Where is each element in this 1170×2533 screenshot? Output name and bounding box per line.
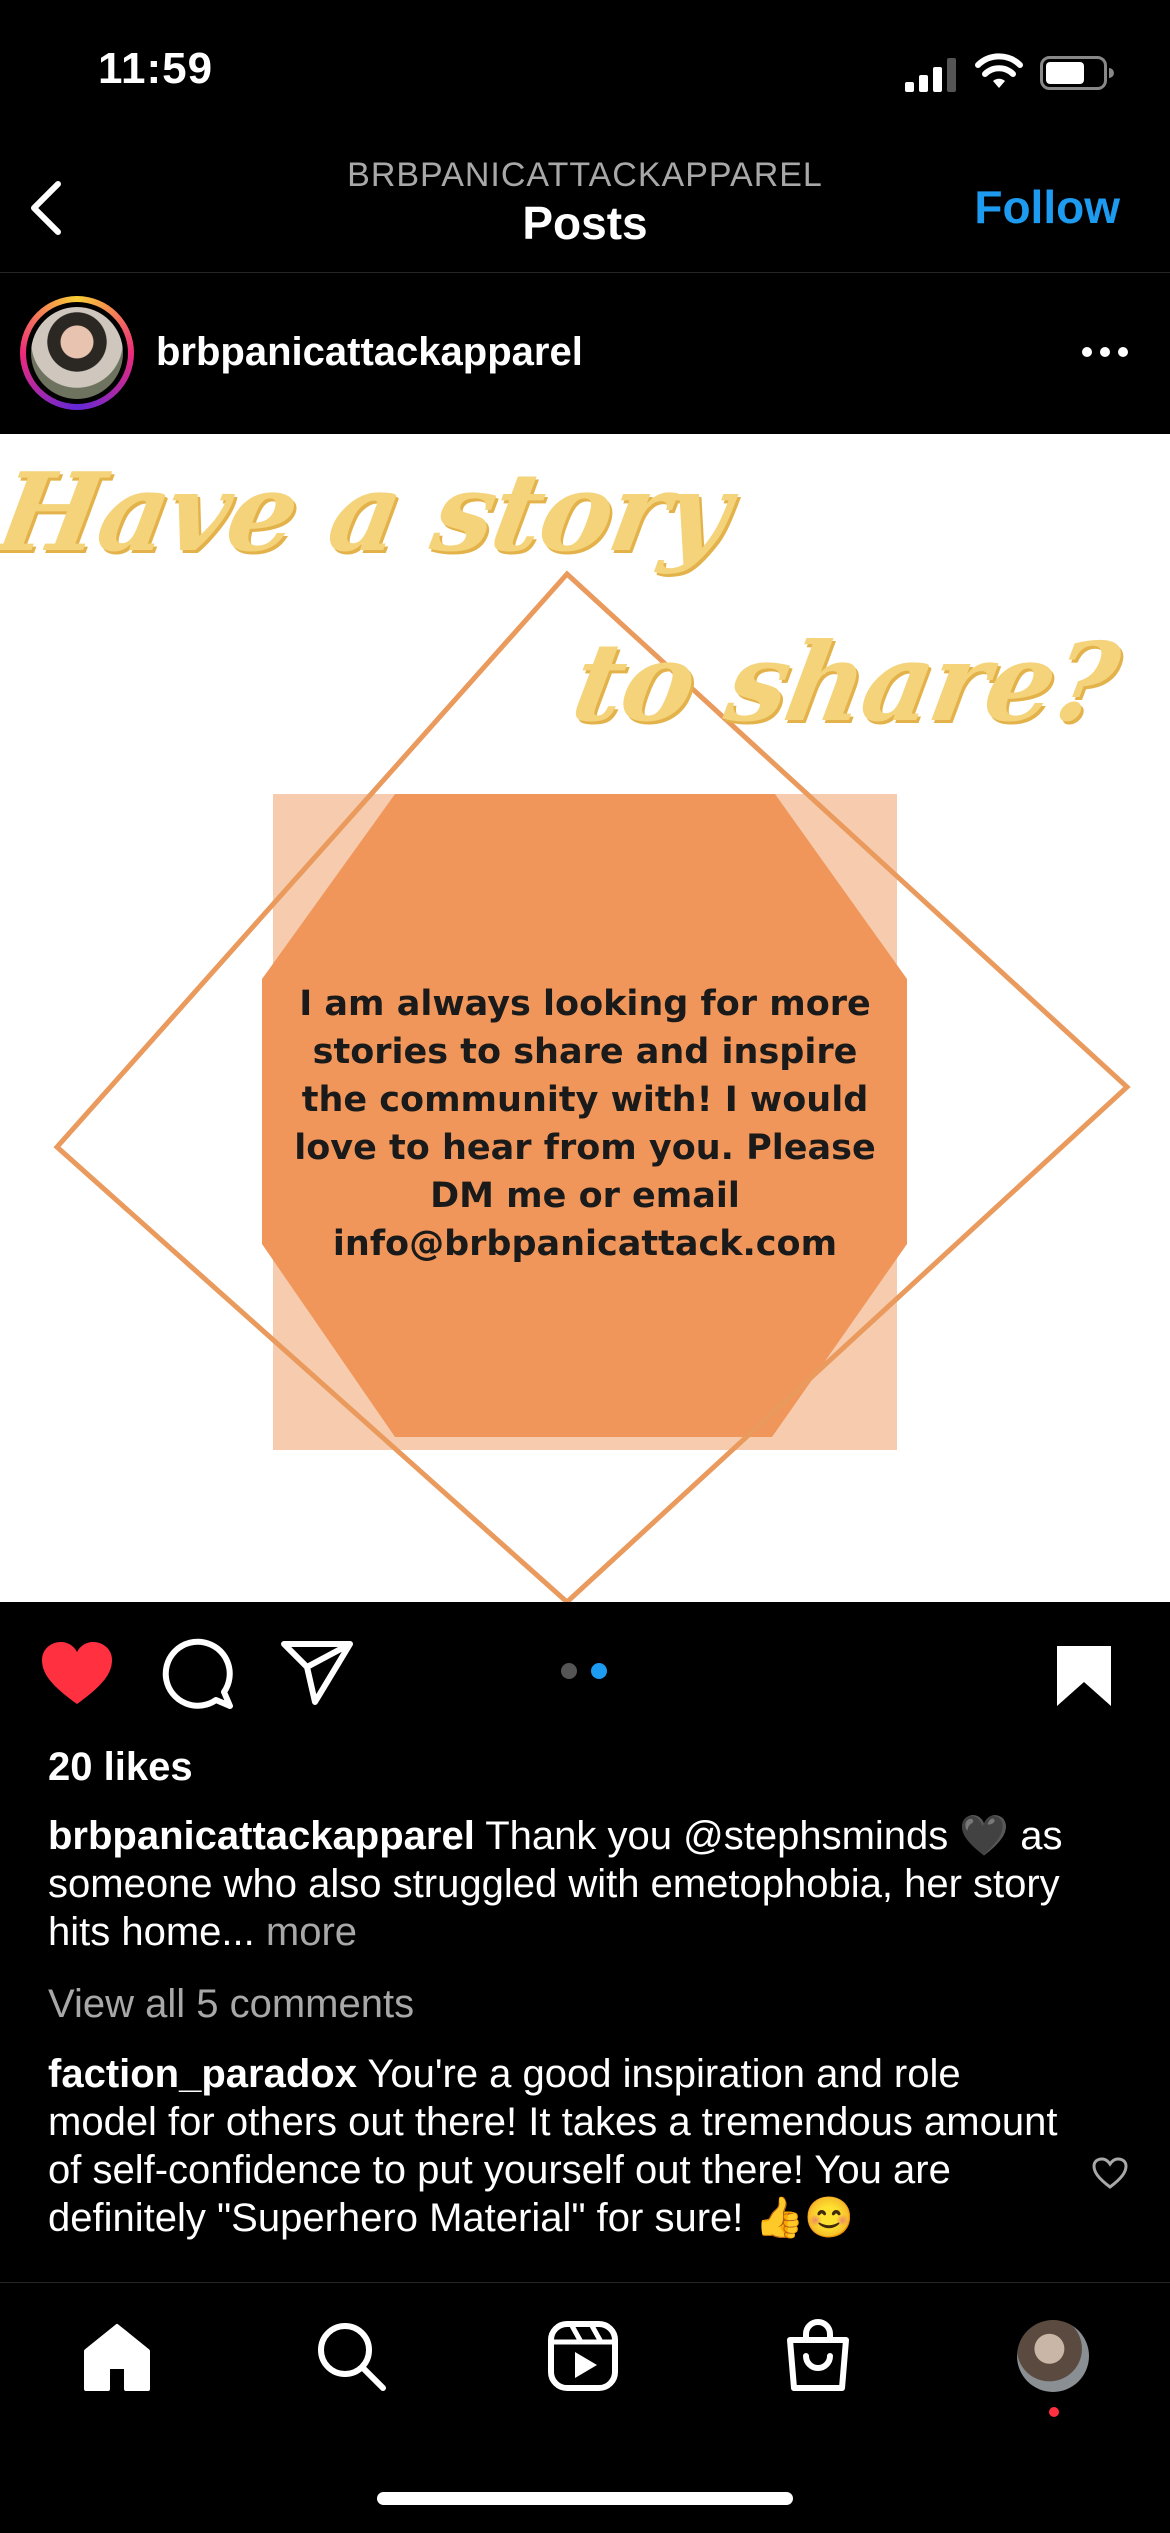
search-icon[interactable] bbox=[315, 2320, 387, 2392]
carousel-dot bbox=[561, 1663, 577, 1679]
post-username[interactable]: brbpanicattackapparel bbox=[156, 330, 583, 375]
follow-button[interactable]: Follow bbox=[974, 180, 1120, 234]
headline-line-1: Have a story bbox=[0, 450, 739, 576]
headline-line-2: to share? bbox=[563, 620, 1126, 746]
reels-icon[interactable] bbox=[547, 2320, 619, 2392]
comment-username[interactable]: faction_paradox bbox=[48, 2052, 357, 2096]
status-time: 11:59 bbox=[98, 44, 214, 93]
more-icon[interactable] bbox=[1080, 340, 1130, 364]
battery-icon bbox=[1040, 56, 1114, 90]
home-indicator bbox=[377, 2492, 793, 2505]
wifi-icon bbox=[975, 53, 1023, 88]
caption-username[interactable]: brbpanicattackapparel bbox=[48, 1814, 475, 1858]
carousel-dot-active bbox=[591, 1663, 607, 1679]
home-icon[interactable] bbox=[82, 2323, 152, 2391]
avatar-image bbox=[31, 307, 123, 399]
shop-icon[interactable] bbox=[782, 2318, 854, 2392]
likes-count[interactable]: 20 likes bbox=[48, 1745, 193, 1790]
comment-item: faction_paradox You're a good inspiratio… bbox=[48, 2050, 1078, 2282]
post-image-text: I am always looking for more stories to … bbox=[294, 984, 876, 1264]
post-caption: brbpanicattackapparel Thank you @stephsm… bbox=[48, 1812, 1128, 1956]
caption-more-link[interactable]: more bbox=[255, 1910, 357, 1954]
heart-icon[interactable] bbox=[40, 1640, 114, 1706]
bookmark-icon[interactable] bbox=[1055, 1644, 1113, 1708]
notification-dot bbox=[1049, 2407, 1059, 2417]
signal-icon bbox=[905, 58, 956, 92]
header-divider bbox=[0, 272, 1170, 273]
avatar[interactable] bbox=[20, 296, 134, 410]
share-icon[interactable] bbox=[280, 1640, 354, 1706]
comment-like-icon[interactable] bbox=[1092, 2157, 1128, 2189]
comment-icon[interactable] bbox=[162, 1638, 234, 1710]
view-all-comments-link[interactable]: View all 5 comments bbox=[48, 1982, 414, 2027]
profile-avatar[interactable] bbox=[1017, 2320, 1089, 2392]
